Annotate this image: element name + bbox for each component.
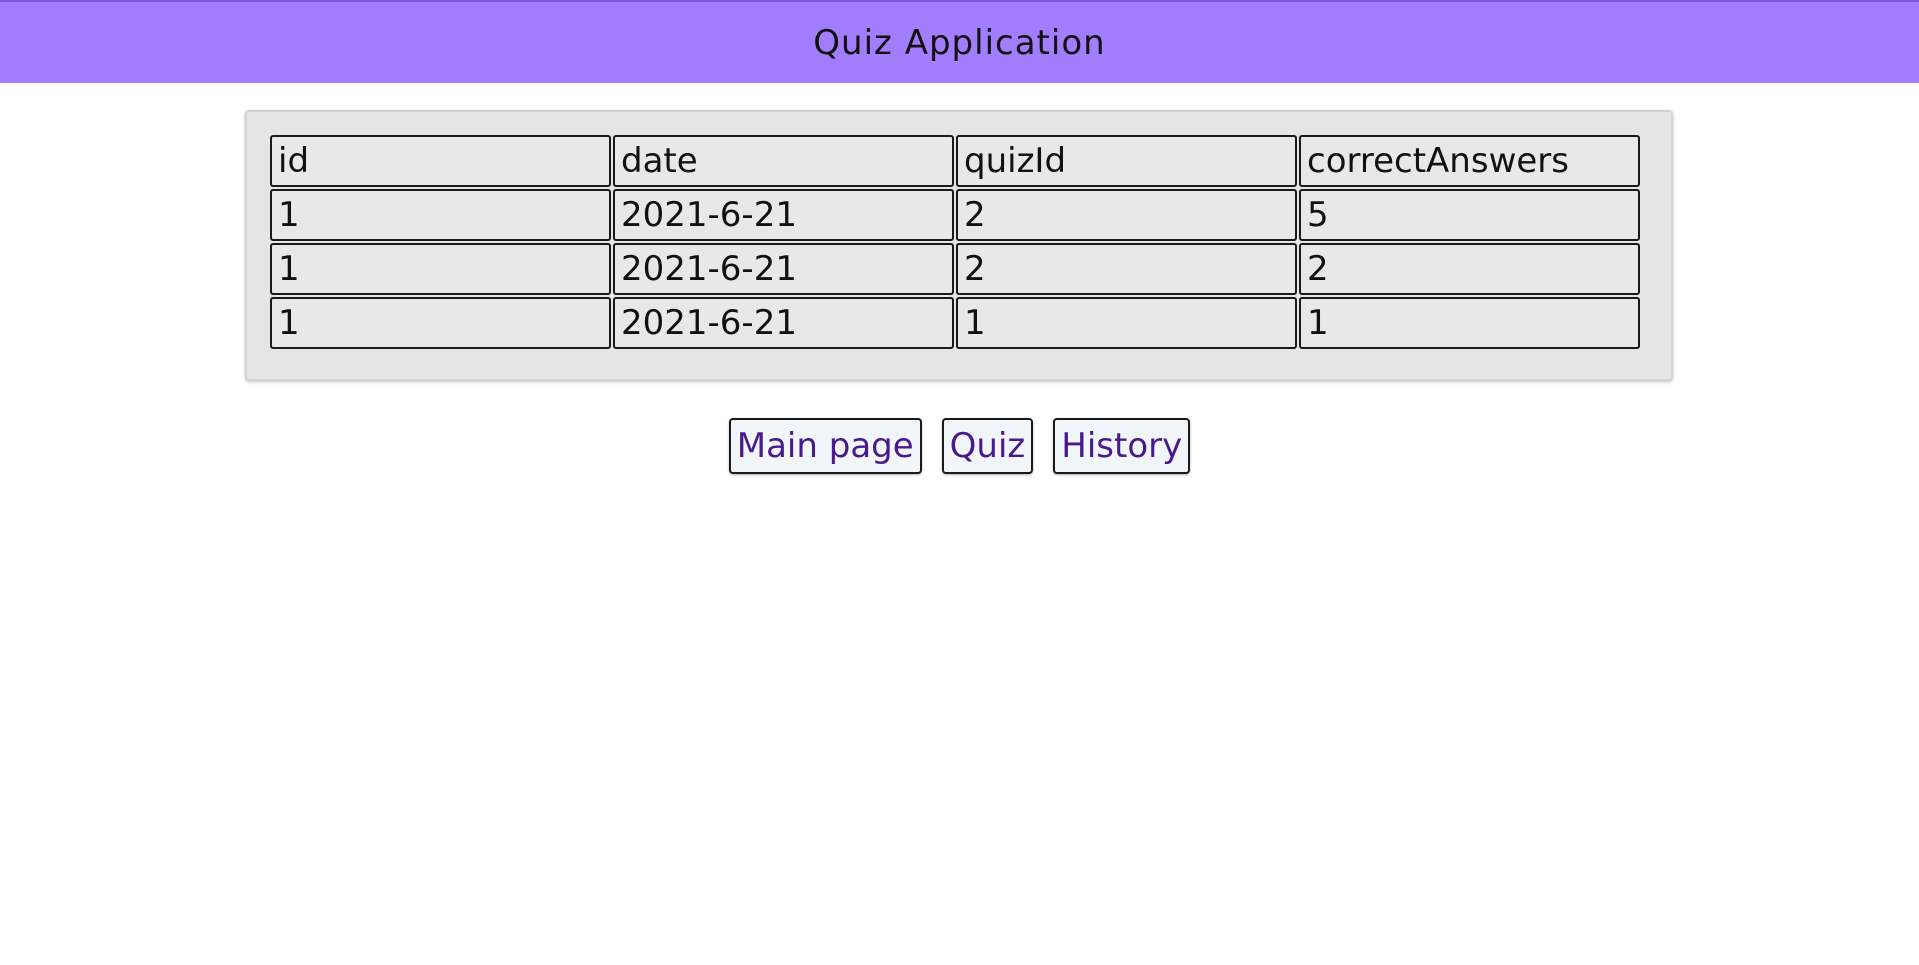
table-row: 1 2021-6-21 2 5 — [270, 189, 1640, 241]
cell-correct-answers: 5 — [1299, 189, 1640, 241]
table-row: 1 2021-6-21 1 1 — [270, 297, 1640, 349]
column-header-quizid: quizId — [956, 135, 1297, 187]
column-header-id: id — [270, 135, 611, 187]
cell-quizid: 2 — [956, 243, 1297, 295]
table-header-row: id date quizId correctAnswers — [270, 135, 1640, 187]
history-table: id date quizId correctAnswers 1 2021-6-2… — [268, 133, 1642, 351]
cell-id: 1 — [270, 297, 611, 349]
main-page-button[interactable]: Main page — [728, 418, 922, 474]
cell-id: 1 — [270, 189, 611, 241]
cell-date: 2021-6-21 — [613, 243, 954, 295]
cell-correct-answers: 1 — [1299, 297, 1640, 349]
history-button[interactable]: History — [1053, 418, 1191, 474]
history-table-panel: id date quizId correctAnswers 1 2021-6-2… — [245, 110, 1673, 381]
cell-date: 2021-6-21 — [613, 297, 954, 349]
cell-quizid: 1 — [956, 297, 1297, 349]
cell-quizid: 2 — [956, 189, 1297, 241]
app-header: Quiz Application — [0, 0, 1919, 83]
column-header-correct-answers: correctAnswers — [1299, 135, 1640, 187]
app-title: Quiz Application — [813, 22, 1106, 63]
cell-correct-answers: 2 — [1299, 243, 1640, 295]
cell-id: 1 — [270, 243, 611, 295]
column-header-date: date — [613, 135, 954, 187]
quiz-button[interactable]: Quiz — [941, 418, 1034, 474]
nav-bar: Main page Quiz History — [0, 418, 1919, 474]
cell-date: 2021-6-21 — [613, 189, 954, 241]
table-row: 1 2021-6-21 2 2 — [270, 243, 1640, 295]
